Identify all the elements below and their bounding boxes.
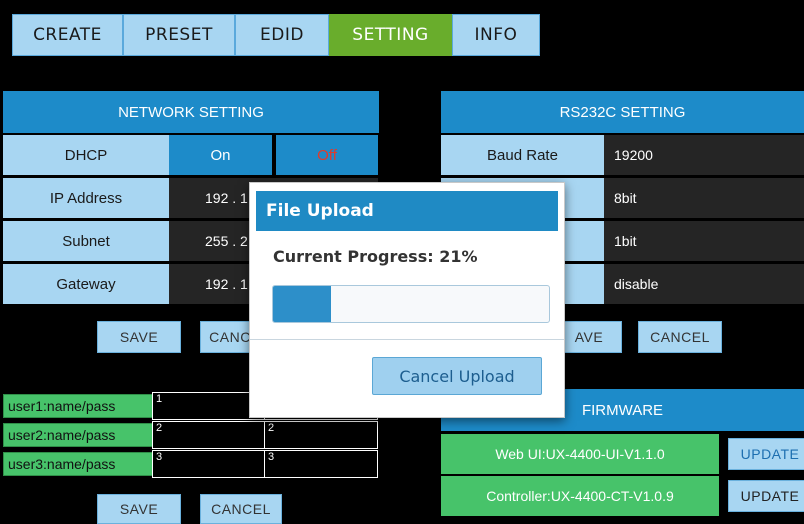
subnet-label: Subnet [3,221,169,261]
users-cancel-button[interactable]: CANCEL [200,494,282,524]
data-bits-value[interactable]: 8bit [604,178,804,218]
baud-rate-value[interactable]: 19200 [604,135,804,175]
stop-bits-value[interactable]: 1bit [604,221,804,261]
rs232-save-button[interactable]: AVE [556,321,622,353]
progress-bar-fill [273,286,331,322]
user3-name-input[interactable]: 3 [152,450,265,478]
user2-label: user2:name/pass [3,423,153,447]
dhcp-label: DHCP [3,135,169,175]
ip-address-label: IP Address [3,178,169,218]
parity-value[interactable]: disable [604,264,804,304]
rs232c-setting-header: RS232C SETTING [441,91,804,133]
firmware-controller-label: Controller:UX-4400-CT-V1.0.9 [441,476,719,516]
rs232-cancel-button[interactable]: CANCEL [638,321,722,353]
dhcp-off-button[interactable]: Off [276,135,378,175]
user2-name-input[interactable]: 2 [152,421,265,449]
firmware-webui-label: Web UI:UX-4400-UI-V1.1.0 [441,434,719,474]
webui-update-button[interactable]: UPDATE [728,438,804,470]
tab-edid[interactable]: EDID [235,14,329,56]
dialog-divider [250,339,564,340]
controller-update-button[interactable]: UPDATE [728,480,804,512]
user3-label: user3:name/pass [3,452,153,476]
tab-create[interactable]: CREATE [12,14,123,56]
user1-label: user1:name/pass [3,394,153,418]
progress-bar [272,285,550,323]
user3-pass-input[interactable]: 3 [264,450,378,478]
tab-info[interactable]: INFO [452,14,540,56]
network-save-button[interactable]: SAVE [97,321,181,353]
tab-preset[interactable]: PRESET [123,14,235,56]
users-save-button[interactable]: SAVE [97,494,181,524]
dialog-title: File Upload [256,191,558,231]
baud-rate-label: Baud Rate [441,135,604,175]
user2-pass-input[interactable]: 2 [264,421,378,449]
dhcp-on-button[interactable]: On [169,135,272,175]
tab-setting[interactable]: SETTING [329,14,452,56]
cancel-upload-button[interactable]: Cancel Upload [372,357,542,395]
file-upload-dialog: File Upload Current Progress: 21% Cancel… [249,182,565,418]
gateway-label: Gateway [3,264,169,304]
network-setting-header: NETWORK SETTING [3,91,379,133]
progress-text: Current Progress: 21% [273,246,478,266]
